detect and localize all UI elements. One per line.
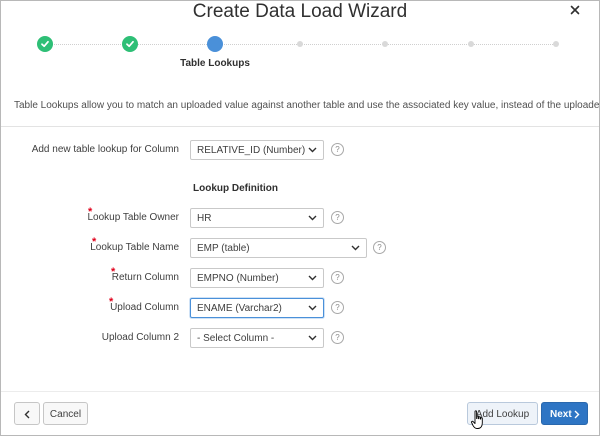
select-value: ENAME (Varchar2) [197,303,282,314]
divider [1,126,599,127]
select-value: HR [197,213,212,224]
lookup-definition-heading: Lookup Definition [193,183,278,194]
wizard-dialog: Create Data Load Wizard Table Lookups Ta… [0,0,600,436]
select-value: EMPNO (Number) [197,273,279,284]
help-icon[interactable]: ? [331,301,344,314]
step-future-4 [297,41,303,47]
return-column-label: Return Column [111,272,179,283]
step-current [207,36,223,52]
chevron-down-icon [308,335,317,341]
help-icon[interactable]: ? [373,241,386,254]
dialog-title: Create Data Load Wizard [192,1,408,22]
lookup-table-name-select[interactable]: EMP (table) [190,238,367,258]
next-button[interactable]: Next [541,402,588,425]
check-icon [126,40,134,48]
upload-column-2-select[interactable]: - Select Column - [190,328,324,348]
step-future-7 [553,41,559,47]
help-icon[interactable]: ? [331,271,344,284]
row-return-column: * Return Column EMPNO (Number) ? [1,266,599,288]
help-icon[interactable]: ? [331,331,344,344]
help-icon[interactable]: ? [331,143,344,156]
row-add-lookup-column: Add new table lookup for Column RELATIVE… [1,140,599,160]
chevron-down-icon [308,147,317,153]
row-upload-column: * Upload Column ENAME (Varchar2) ? [1,296,599,318]
add-lookup-column-label: Add new table lookup for Column [31,144,179,155]
chevron-down-icon [351,245,360,251]
return-column-select[interactable]: EMPNO (Number) [190,268,324,288]
step-future-6 [468,41,474,47]
select-value: - Select Column - [197,333,275,344]
wizard-progress: Table Lookups [1,35,599,75]
cancel-button[interactable]: Cancel [43,402,88,425]
footer-divider [1,391,599,392]
current-step-label: Table Lookups [180,58,250,69]
help-icon[interactable]: ? [331,211,344,224]
step-complete-2 [122,36,138,52]
upload-column-label: Upload Column [110,302,179,313]
lookup-table-owner-label: Lookup Table Owner [87,212,179,223]
page-description: Table Lookups allow you to match an uplo… [14,100,600,111]
chevron-right-icon [574,410,580,419]
step-future-5 [382,41,388,47]
step-complete-1 [37,36,53,52]
close-icon[interactable] [568,3,582,17]
chevron-down-icon [308,275,317,281]
lookup-table-name-label: Lookup Table Name [90,242,179,253]
upload-column-select[interactable]: ENAME (Varchar2) [190,298,324,318]
hand-pointer-icon [471,410,483,429]
select-value: RELATIVE_ID (Number) [197,145,306,156]
chevron-left-icon [24,410,30,419]
chevron-down-icon [308,305,317,311]
check-icon [41,40,49,48]
lookup-table-owner-select[interactable]: HR [190,208,324,228]
chevron-down-icon [308,215,317,221]
upload-column-2-label: Upload Column 2 [101,332,179,343]
row-upload-column-2: Upload Column 2 - Select Column - ? [1,328,599,348]
next-button-label: Next [550,409,572,420]
add-lookup-column-select[interactable]: RELATIVE_ID (Number) [190,140,324,160]
back-button[interactable] [14,402,40,425]
select-value: EMP (table) [197,243,250,254]
row-lookup-table-name: * Lookup Table Name EMP (table) ? [1,236,599,258]
row-lookup-table-owner: * Lookup Table Owner HR ? [1,206,599,228]
